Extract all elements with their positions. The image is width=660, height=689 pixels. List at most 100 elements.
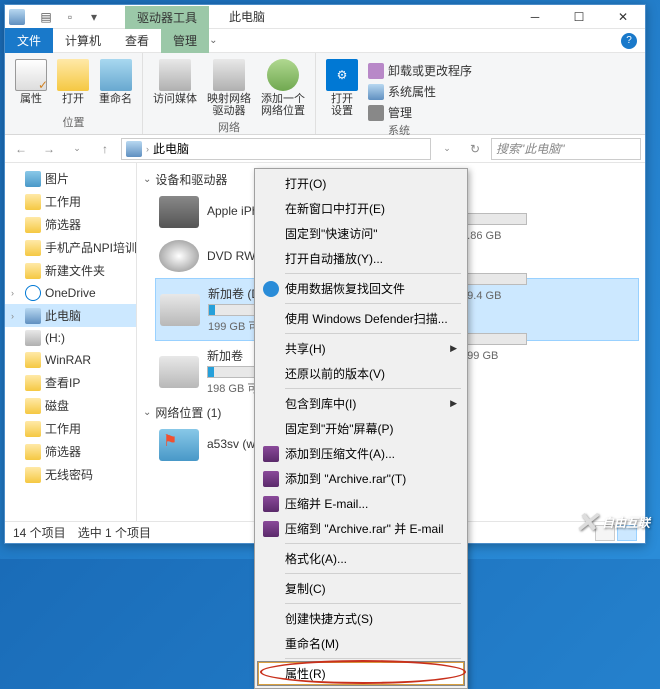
access-media-button[interactable]: 访问媒体: [151, 57, 199, 107]
open-settings-button[interactable]: ⚙ 打开 设置: [324, 57, 360, 119]
tab-file[interactable]: 文件: [5, 28, 53, 53]
folder-icon: [25, 398, 41, 414]
sidebar-item-label: (H:): [45, 331, 65, 345]
drive-icon: [159, 196, 199, 228]
help-icon[interactable]: ?: [621, 33, 637, 49]
sidebar-item[interactable]: 筛选器: [5, 440, 136, 463]
ribbon-content: ✓ 属性 打开 重命名 位置 访问媒体: [5, 53, 645, 135]
menu-item[interactable]: 添加到压缩文件(A)...: [257, 441, 465, 466]
img-icon: [25, 171, 41, 187]
menu-item[interactable]: 属性(R): [257, 661, 465, 686]
winrar-icon: [263, 496, 279, 512]
address-box[interactable]: › 此电脑: [121, 138, 431, 160]
sidebar-item-label: 无线密码: [45, 466, 93, 483]
history-dropdown[interactable]: ⌄: [65, 137, 89, 161]
back-button[interactable]: ←: [9, 137, 33, 161]
settings-icon: ⚙: [326, 59, 358, 91]
manage-button[interactable]: 管理: [366, 103, 474, 122]
menu-item[interactable]: 创建快捷方式(S): [257, 606, 465, 631]
menu-item[interactable]: 打开(O): [257, 171, 465, 196]
menu-separator: [285, 388, 461, 389]
menu-item[interactable]: 使用数据恢复找回文件: [257, 276, 465, 301]
menu-item[interactable]: 压缩到 "Archive.rar" 并 E-mail: [257, 516, 465, 541]
tab-view[interactable]: 查看: [113, 28, 161, 53]
chevron-right-icon: ›: [146, 144, 149, 154]
open-button[interactable]: 打开: [55, 57, 91, 107]
menu-item[interactable]: 固定到"快速访问": [257, 221, 465, 246]
sidebar-item[interactable]: 查看IP: [5, 371, 136, 394]
sidebar-item-label: 筛选器: [45, 216, 81, 233]
sidebar-item[interactable]: 图片: [5, 167, 136, 190]
minimize-button[interactable]: ─: [513, 5, 557, 29]
tab-computer[interactable]: 计算机: [53, 28, 113, 53]
uninstall-button[interactable]: 卸载或更改程序: [366, 61, 474, 80]
sidebar-item[interactable]: 新建文件夹: [5, 259, 136, 282]
menu-item[interactable]: 添加到 "Archive.rar"(T): [257, 466, 465, 491]
folder-icon: [25, 375, 41, 391]
ribbon-expand-icon[interactable]: ⌄: [209, 35, 217, 46]
menu-item[interactable]: 在新窗口中打开(E): [257, 196, 465, 221]
menu-item[interactable]: 共享(H)▶: [257, 336, 465, 361]
ribbon-tabs: 文件 计算机 查看 管理 ⌄ ?: [5, 29, 645, 53]
sidebar-item-label: 新建文件夹: [45, 262, 105, 279]
menu-item[interactable]: 使用 Windows Defender扫描...: [257, 306, 465, 331]
menu-separator: [285, 543, 461, 544]
item-count: 14 个项目: [13, 524, 66, 541]
maximize-button[interactable]: ☐: [557, 5, 601, 29]
sidebar-item-label: 工作用: [45, 193, 81, 210]
sidebar-item[interactable]: ›OneDrive: [5, 282, 136, 304]
sidebar-item[interactable]: 磁盘: [5, 394, 136, 417]
rename-button[interactable]: 重命名: [97, 57, 134, 107]
rename-icon: [100, 59, 132, 91]
menu-item[interactable]: 打开自动播放(Y)...: [257, 246, 465, 271]
menu-item[interactable]: 重命名(M): [257, 631, 465, 656]
qat-new-icon[interactable]: ▫: [59, 7, 81, 27]
up-button[interactable]: ↑: [93, 137, 117, 161]
menu-item-label: 创建快捷方式(S): [285, 610, 373, 627]
menu-item[interactable]: 包含到库中(I)▶: [257, 391, 465, 416]
sidebar-item[interactable]: (H:): [5, 327, 136, 349]
menu-separator: [285, 333, 461, 334]
properties-button[interactable]: ✓ 属性: [13, 57, 49, 107]
sidebar-item[interactable]: 工作用: [5, 190, 136, 213]
refresh-button[interactable]: ↻: [463, 137, 487, 161]
cloud-icon: [25, 285, 41, 301]
sidebar-item[interactable]: 工作用: [5, 417, 136, 440]
menu-separator: [285, 573, 461, 574]
qat-dropdown-icon[interactable]: ▾: [83, 7, 105, 27]
menu-item-label: 添加到 "Archive.rar"(T): [285, 470, 406, 487]
submenu-arrow-icon: ▶: [450, 343, 457, 354]
tab-manage[interactable]: 管理: [161, 28, 209, 53]
menu-item[interactable]: 压缩并 E-mail...: [257, 491, 465, 516]
sidebar-item[interactable]: WinRAR: [5, 349, 136, 371]
add-network-button[interactable]: 添加一个 网络位置: [259, 57, 307, 119]
menu-item[interactable]: 固定到"开始"屏幕(P): [257, 416, 465, 441]
map-drive-button[interactable]: 映射网络 驱动器: [205, 57, 253, 119]
address-bar: ← → ⌄ ↑ › 此电脑 ⌄ ↻ 搜索"此电脑": [5, 135, 645, 163]
menu-item-label: 还原以前的版本(V): [285, 365, 385, 382]
close-button[interactable]: ✕: [601, 5, 645, 29]
sidebar-item[interactable]: ›此电脑: [5, 304, 136, 327]
recover-icon: [263, 281, 279, 297]
menu-item[interactable]: 复制(C): [257, 576, 465, 601]
menu-item-label: 属性(R): [285, 665, 326, 682]
drive-icon: [160, 294, 200, 326]
sidebar-item-label: 磁盘: [45, 397, 69, 414]
qat-properties-icon[interactable]: ▤: [35, 7, 57, 27]
watermark-logo-icon: ✕: [575, 506, 598, 539]
sidebar-item[interactable]: 筛选器: [5, 213, 136, 236]
address-path: 此电脑: [153, 140, 189, 157]
sidebar-item[interactable]: 手机产品NPI培训: [5, 236, 136, 259]
menu-item[interactable]: 还原以前的版本(V): [257, 361, 465, 386]
search-input[interactable]: 搜索"此电脑": [491, 138, 641, 160]
address-dropdown[interactable]: ⌄: [435, 137, 459, 161]
forward-button[interactable]: →: [37, 137, 61, 161]
context-menu: 打开(O)在新窗口中打开(E)固定到"快速访问"打开自动播放(Y)... 使用数据…: [254, 168, 468, 689]
sys-properties-button[interactable]: 系统属性: [366, 82, 474, 101]
menu-item-label: 添加到压缩文件(A)...: [285, 445, 395, 462]
sidebar-item-label: OneDrive: [45, 286, 96, 300]
app-icon: [9, 9, 25, 25]
contextual-tab[interactable]: 驱动器工具: [125, 6, 209, 29]
folder-icon: [25, 444, 41, 460]
sidebar-item[interactable]: 无线密码: [5, 463, 136, 486]
